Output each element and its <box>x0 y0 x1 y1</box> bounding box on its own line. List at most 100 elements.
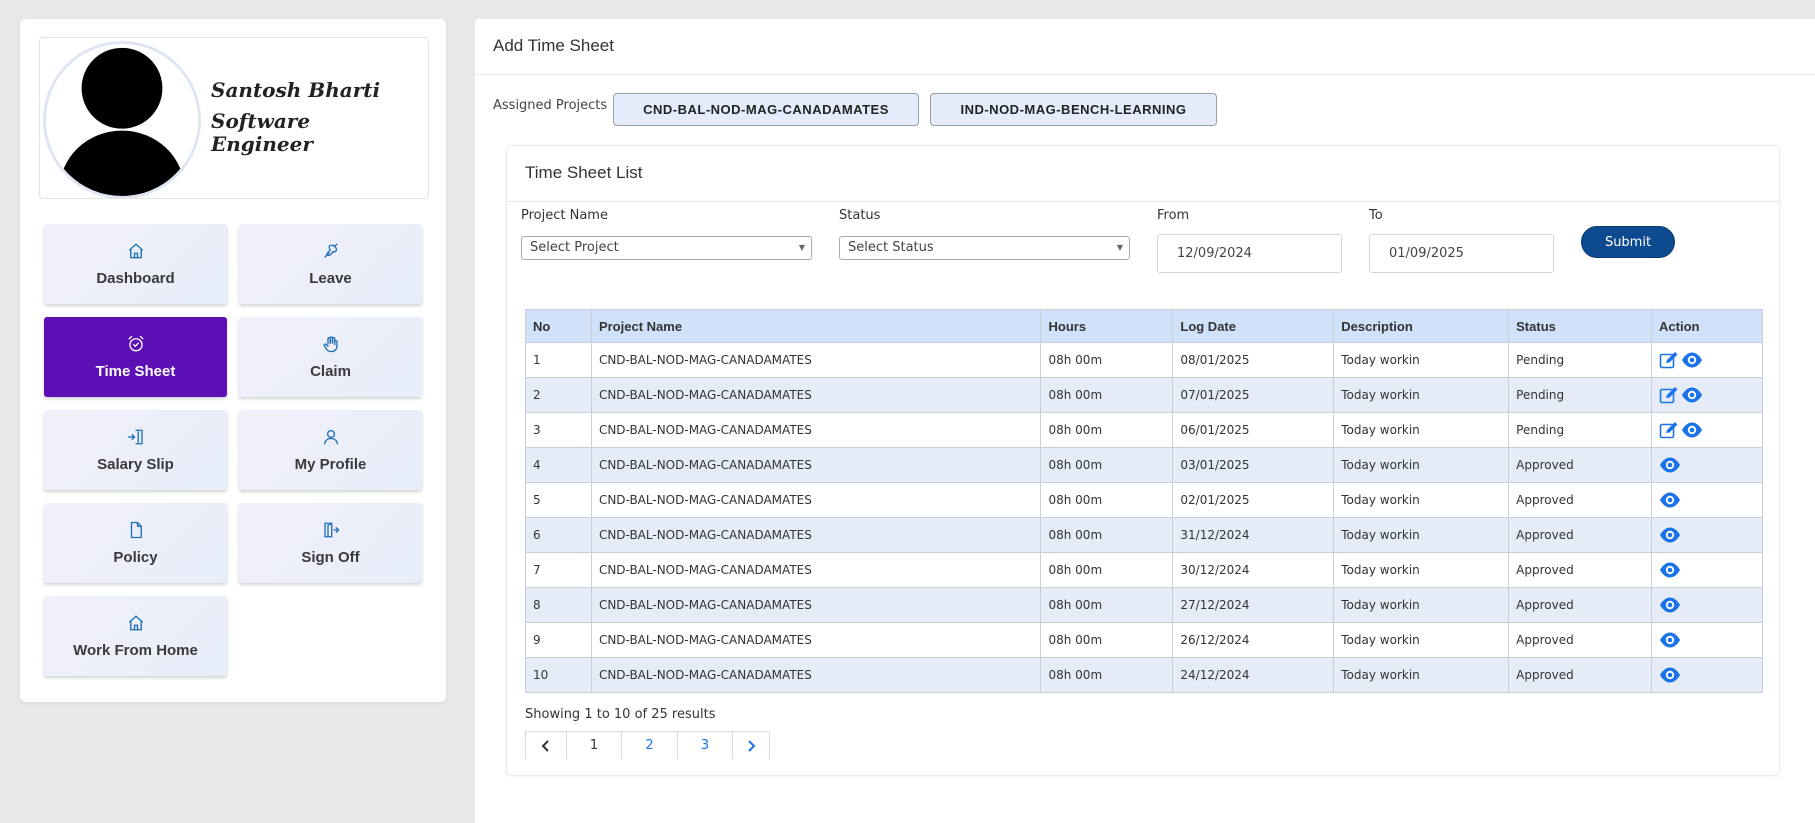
status-cell: Approved <box>1508 447 1653 483</box>
user-icon <box>322 428 340 446</box>
row-number: 10 <box>525 657 592 693</box>
project-chip[interactable]: CND-BAL-NOD-MAG-CANADAMATES <box>613 93 919 126</box>
view-eye-icon[interactable] <box>1659 666 1681 684</box>
user-avatar-icon <box>46 44 198 196</box>
nav-my-profile-button[interactable]: My Profile <box>239 410 422 490</box>
log-date-cell: 27/12/2024 <box>1172 587 1335 623</box>
hours-cell: 08h 00m <box>1040 587 1174 623</box>
hours-cell: 08h 00m <box>1040 482 1174 518</box>
action-cell <box>1651 552 1763 588</box>
action-cell <box>1651 412 1763 448</box>
nav-label: Sign Off <box>301 548 360 566</box>
description-cell: Today workin <box>1333 447 1510 483</box>
table-row: 4 CND-BAL-NOD-MAG-CANADAMATES 08h 00m 03/01… <box>525 447 1763 483</box>
view-eye-icon[interactable] <box>1681 351 1703 369</box>
action-cell <box>1651 447 1763 483</box>
column-header: No <box>525 309 592 343</box>
view-eye-icon[interactable] <box>1659 631 1681 649</box>
from-date-input[interactable]: 12/09/2024 <box>1157 234 1342 273</box>
row-number: 4 <box>525 447 592 483</box>
nav-label: Leave <box>309 269 352 287</box>
log-date-cell: 24/12/2024 <box>1172 657 1335 693</box>
view-eye-icon[interactable] <box>1659 456 1681 474</box>
sidebar-panel: Santosh Bharti Software Engineer Dashboa… <box>20 19 446 702</box>
submit-button[interactable]: Submit <box>1581 226 1675 258</box>
project-chip[interactable]: IND-NOD-MAG-BENCH-LEARNING <box>930 93 1217 126</box>
nav-salary-slip-button[interactable]: Salary Slip <box>44 410 227 490</box>
view-eye-icon[interactable] <box>1681 386 1703 404</box>
timesheet-list-card: Time Sheet List Project Name Select Proj… <box>506 145 1780 776</box>
to-label: To <box>1369 208 1383 223</box>
profile-card: Santosh Bharti Software Engineer <box>39 37 429 199</box>
status-label: Status <box>839 208 881 223</box>
chevron-left-icon <box>541 739 549 752</box>
hours-cell: 08h 00m <box>1040 342 1174 378</box>
hours-cell: 08h 00m <box>1040 412 1174 448</box>
column-header: Status <box>1508 309 1653 343</box>
project-name-cell: CND-BAL-NOD-MAG-CANADAMATES <box>590 552 1042 588</box>
nav-leave-button[interactable]: Leave <box>239 224 422 304</box>
home-icon <box>127 242 145 260</box>
column-header: Description <box>1333 309 1510 343</box>
project-select[interactable]: Select Project ▼ <box>521 236 812 260</box>
table-row: 5 CND-BAL-NOD-MAG-CANADAMATES 08h 00m 02/01… <box>525 482 1763 518</box>
nav-timesheet-button[interactable]: Time Sheet <box>44 317 227 397</box>
list-title: Time Sheet List <box>525 163 643 182</box>
page-button[interactable]: 1 <box>566 731 622 759</box>
view-eye-icon[interactable] <box>1659 561 1681 579</box>
profile-role: Software Engineer <box>211 109 313 156</box>
hours-cell: 08h 00m <box>1040 657 1174 693</box>
next-page-button[interactable] <box>732 731 770 759</box>
prev-page-button[interactable] <box>525 731 567 759</box>
project-name-cell: CND-BAL-NOD-MAG-CANADAMATES <box>590 587 1042 623</box>
table-body: 1 CND-BAL-NOD-MAG-CANADAMATES 08h 00m 08/01… <box>525 342 1763 693</box>
table-row: 6 CND-BAL-NOD-MAG-CANADAMATES 08h 00m 31/12… <box>525 517 1763 553</box>
table-row: 10 CND-BAL-NOD-MAG-CANADAMATES 08h 00m 24/1… <box>525 657 1763 693</box>
column-header: Hours <box>1040 309 1174 343</box>
page-button[interactable]: 2 <box>621 731 678 759</box>
status-cell: Pending <box>1508 377 1653 413</box>
hours-cell: 08h 00m <box>1040 517 1174 553</box>
nav-label: Dashboard <box>96 269 175 287</box>
status-cell: Pending <box>1508 342 1653 378</box>
view-eye-icon[interactable] <box>1659 526 1681 544</box>
project-name-cell: CND-BAL-NOD-MAG-CANADAMATES <box>590 517 1042 553</box>
nav-sign-off-button[interactable]: Sign Off <box>239 503 422 583</box>
nav-claim-button[interactable]: Claim <box>239 317 422 397</box>
description-cell: Today workin <box>1333 377 1510 413</box>
list-header: Time Sheet List <box>507 146 1779 202</box>
nav-dashboard-button[interactable]: Dashboard <box>44 224 227 304</box>
nav-work-from-home-button[interactable]: Work From Home <box>44 596 227 676</box>
column-header: Project Name <box>590 309 1042 343</box>
nav-label: Time Sheet <box>95 362 176 380</box>
description-cell: Today workin <box>1333 517 1510 553</box>
alarm-clock-icon <box>127 335 145 353</box>
log-date-cell: 03/01/2025 <box>1172 447 1335 483</box>
description-cell: Today workin <box>1333 482 1510 518</box>
nav-label: Work From Home <box>73 641 198 659</box>
page-button[interactable]: 3 <box>677 731 733 759</box>
log-date-cell: 26/12/2024 <box>1172 622 1335 658</box>
view-eye-icon[interactable] <box>1681 421 1703 439</box>
log-date-cell: 07/01/2025 <box>1172 377 1335 413</box>
status-cell: Approved <box>1508 587 1653 623</box>
caret-down-icon: ▼ <box>798 243 805 252</box>
column-header: Action <box>1651 309 1763 343</box>
hand-icon <box>322 335 340 353</box>
table-header-row: No Project Name Hours Log Date Descripti… <box>525 309 1763 343</box>
edit-icon[interactable] <box>1659 421 1681 439</box>
project-name-cell: CND-BAL-NOD-MAG-CANADAMATES <box>590 657 1042 693</box>
status-select[interactable]: Select Status ▼ <box>839 236 1130 260</box>
view-eye-icon[interactable] <box>1659 491 1681 509</box>
table-row: 9 CND-BAL-NOD-MAG-CANADAMATES 08h 00m 26/12… <box>525 622 1763 658</box>
row-number: 9 <box>525 622 592 658</box>
view-eye-icon[interactable] <box>1659 596 1681 614</box>
nav-policy-button[interactable]: Policy <box>44 503 227 583</box>
description-cell: Today workin <box>1333 342 1510 378</box>
sign-off-icon <box>322 521 340 539</box>
action-cell <box>1651 342 1763 378</box>
to-date-input[interactable]: 01/09/2025 <box>1369 234 1554 273</box>
edit-icon[interactable] <box>1659 386 1681 404</box>
row-number: 5 <box>525 482 592 518</box>
edit-icon[interactable] <box>1659 351 1681 369</box>
